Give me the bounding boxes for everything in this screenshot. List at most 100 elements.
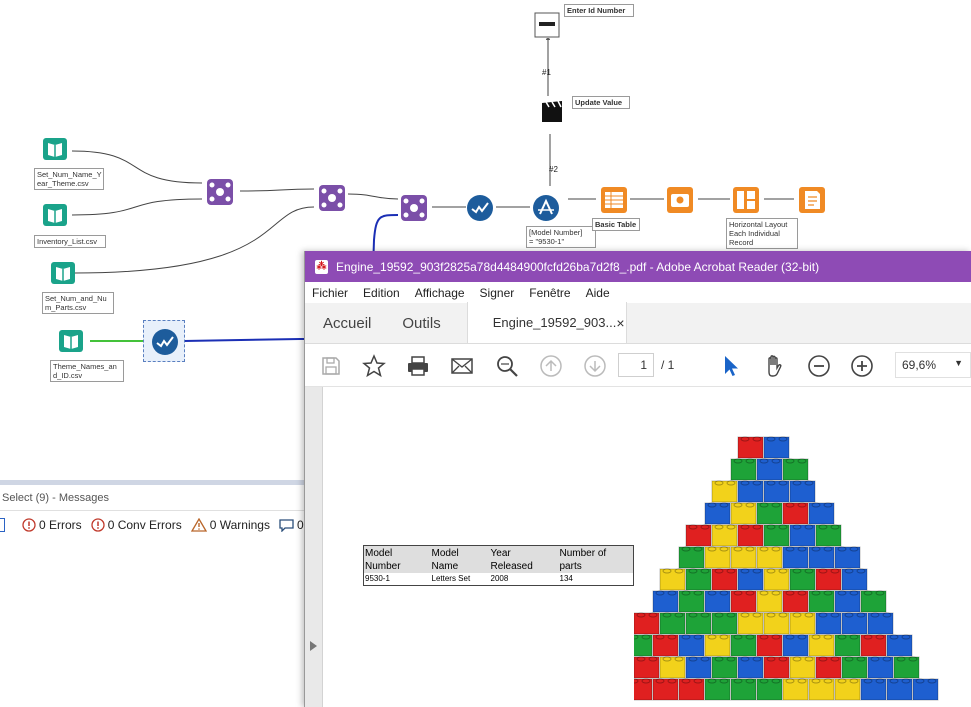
menu-aide[interactable]: Aide	[586, 286, 610, 300]
zoom-level-select[interactable]: 69,6% ▼	[895, 352, 971, 378]
tab-outils[interactable]: Outils	[402, 315, 440, 343]
lego-stud	[693, 678, 703, 684]
render-tool[interactable]	[798, 186, 825, 213]
lego-stud	[681, 546, 691, 552]
lego-stud	[766, 480, 776, 486]
zoom-out-icon[interactable]	[807, 354, 831, 378]
bookmark-star-icon[interactable]	[362, 354, 386, 378]
filter-all[interactable]	[0, 518, 13, 532]
lego-stud	[648, 656, 658, 662]
lego-stud	[662, 612, 672, 618]
lego-stud	[714, 612, 724, 618]
tab-accueil[interactable]: Accueil	[323, 315, 371, 343]
previous-page-icon[interactable]	[539, 354, 563, 378]
menu-affichage[interactable]: Affichage	[415, 286, 465, 300]
select-cursor-icon[interactable]	[719, 354, 743, 378]
layout-tool[interactable]	[732, 186, 759, 213]
errors-count: 0 Errors	[39, 518, 82, 532]
lego-pyramid-image	[634, 436, 939, 701]
menu-edition[interactable]: Edition	[363, 286, 400, 300]
lego-stud	[804, 612, 814, 618]
email-icon[interactable]	[450, 354, 474, 378]
lego-stud	[856, 568, 866, 574]
lego-stud	[733, 634, 743, 640]
close-tab-icon[interactable]: ×	[616, 315, 624, 331]
lego-stud	[778, 656, 788, 662]
workflow-canvas[interactable]: Enter Id Number #1 Update Value #2 Set_N…	[0, 0, 971, 707]
join-tool[interactable]	[318, 184, 345, 211]
menu-fenetre[interactable]: Fenêtre	[529, 286, 570, 300]
input-data-tool[interactable]	[42, 202, 68, 228]
lego-stud	[797, 678, 807, 684]
select-tool[interactable]	[151, 328, 178, 355]
join-tool[interactable]	[400, 194, 427, 221]
window-title-bar[interactable]: ⁂ Engine_19592_903f2825a78d4484900fcfd26…	[305, 251, 971, 282]
lego-stud	[875, 678, 885, 684]
action-tool[interactable]	[540, 99, 566, 125]
filter-conv-errors[interactable]: 0 Conv Errors	[91, 518, 182, 532]
zoom-search-icon[interactable]	[495, 354, 519, 378]
save-icon[interactable]	[319, 354, 343, 378]
toolbar: 1 / 1 69,6% ▼	[305, 344, 971, 387]
lego-stud	[811, 502, 821, 508]
lego-stud	[655, 590, 665, 596]
tool-label: [Model Number] = "9530-1"	[526, 226, 596, 248]
tool-label: Set_Num_and_Nu m_Parts.csv	[42, 292, 114, 314]
lego-stud	[700, 656, 710, 662]
conv-errors-count: 0 Conv Errors	[107, 518, 182, 532]
select-tool[interactable]	[466, 194, 493, 221]
lego-stud	[797, 502, 807, 508]
filter-tool[interactable]	[532, 194, 559, 221]
acrobat-reader-window[interactable]: ⁂ Engine_19592_903f2825a78d4484900fcfd26…	[304, 251, 971, 707]
table-row: 9530-1 Letters Set 2008 134	[364, 573, 634, 586]
lego-stud	[759, 678, 769, 684]
lego-stud	[844, 612, 854, 618]
next-page-icon[interactable]	[583, 354, 607, 378]
filter-warnings[interactable]: 0 Warnings	[190, 518, 270, 532]
print-icon[interactable]	[406, 354, 430, 378]
lego-stud	[745, 678, 755, 684]
lego-stud	[875, 590, 885, 596]
image-tool[interactable]	[666, 186, 693, 213]
lego-stud	[752, 480, 762, 486]
lego-stud	[811, 546, 821, 552]
input-data-tool[interactable]	[58, 328, 84, 354]
page-number-input[interactable]: 1	[618, 353, 654, 377]
lego-stud	[792, 568, 802, 574]
left-navigation-pane[interactable]	[305, 387, 323, 707]
text-box-interface-tool[interactable]	[534, 12, 560, 42]
lego-stud	[792, 524, 802, 530]
filter-errors[interactable]: 0 Errors	[22, 518, 82, 532]
lego-stud	[875, 634, 885, 640]
hand-tool-icon[interactable]	[762, 354, 786, 378]
lego-stud	[766, 524, 776, 530]
tab-document[interactable]: Engine_19592_903... ×	[466, 302, 627, 343]
expand-pane-icon[interactable]	[310, 641, 317, 651]
message-icon	[279, 519, 294, 532]
lego-stud	[856, 656, 866, 662]
menu-signer[interactable]: Signer	[480, 286, 515, 300]
lego-stud	[849, 590, 859, 596]
window-title: Engine_19592_903f2825a78d4484900fcfd26ba…	[336, 259, 820, 274]
menu-fichier[interactable]: Fichier	[312, 286, 348, 300]
join-tool[interactable]	[206, 178, 233, 205]
input-data-tool[interactable]	[50, 260, 76, 286]
lego-stud	[804, 524, 814, 530]
tool-label: Horizontal Layout Each Individual Record	[726, 218, 798, 249]
lego-stud	[707, 590, 717, 596]
lego-stud	[778, 612, 788, 618]
lego-stud	[752, 612, 762, 618]
lego-stud	[752, 436, 762, 442]
lego-stud	[823, 634, 833, 640]
lego-stud	[811, 678, 821, 684]
lego-stud	[830, 612, 840, 618]
lego-stud	[811, 634, 821, 640]
menu-bar: Fichier Edition Affichage Signer Fenêtre…	[305, 282, 971, 303]
input-data-tool[interactable]	[42, 136, 68, 162]
lego-stud	[707, 546, 717, 552]
zoom-in-icon[interactable]	[850, 354, 874, 378]
lego-stud	[818, 524, 828, 530]
lego-stud	[792, 612, 802, 618]
lego-stud	[882, 656, 892, 662]
table-tool[interactable]	[600, 186, 627, 213]
